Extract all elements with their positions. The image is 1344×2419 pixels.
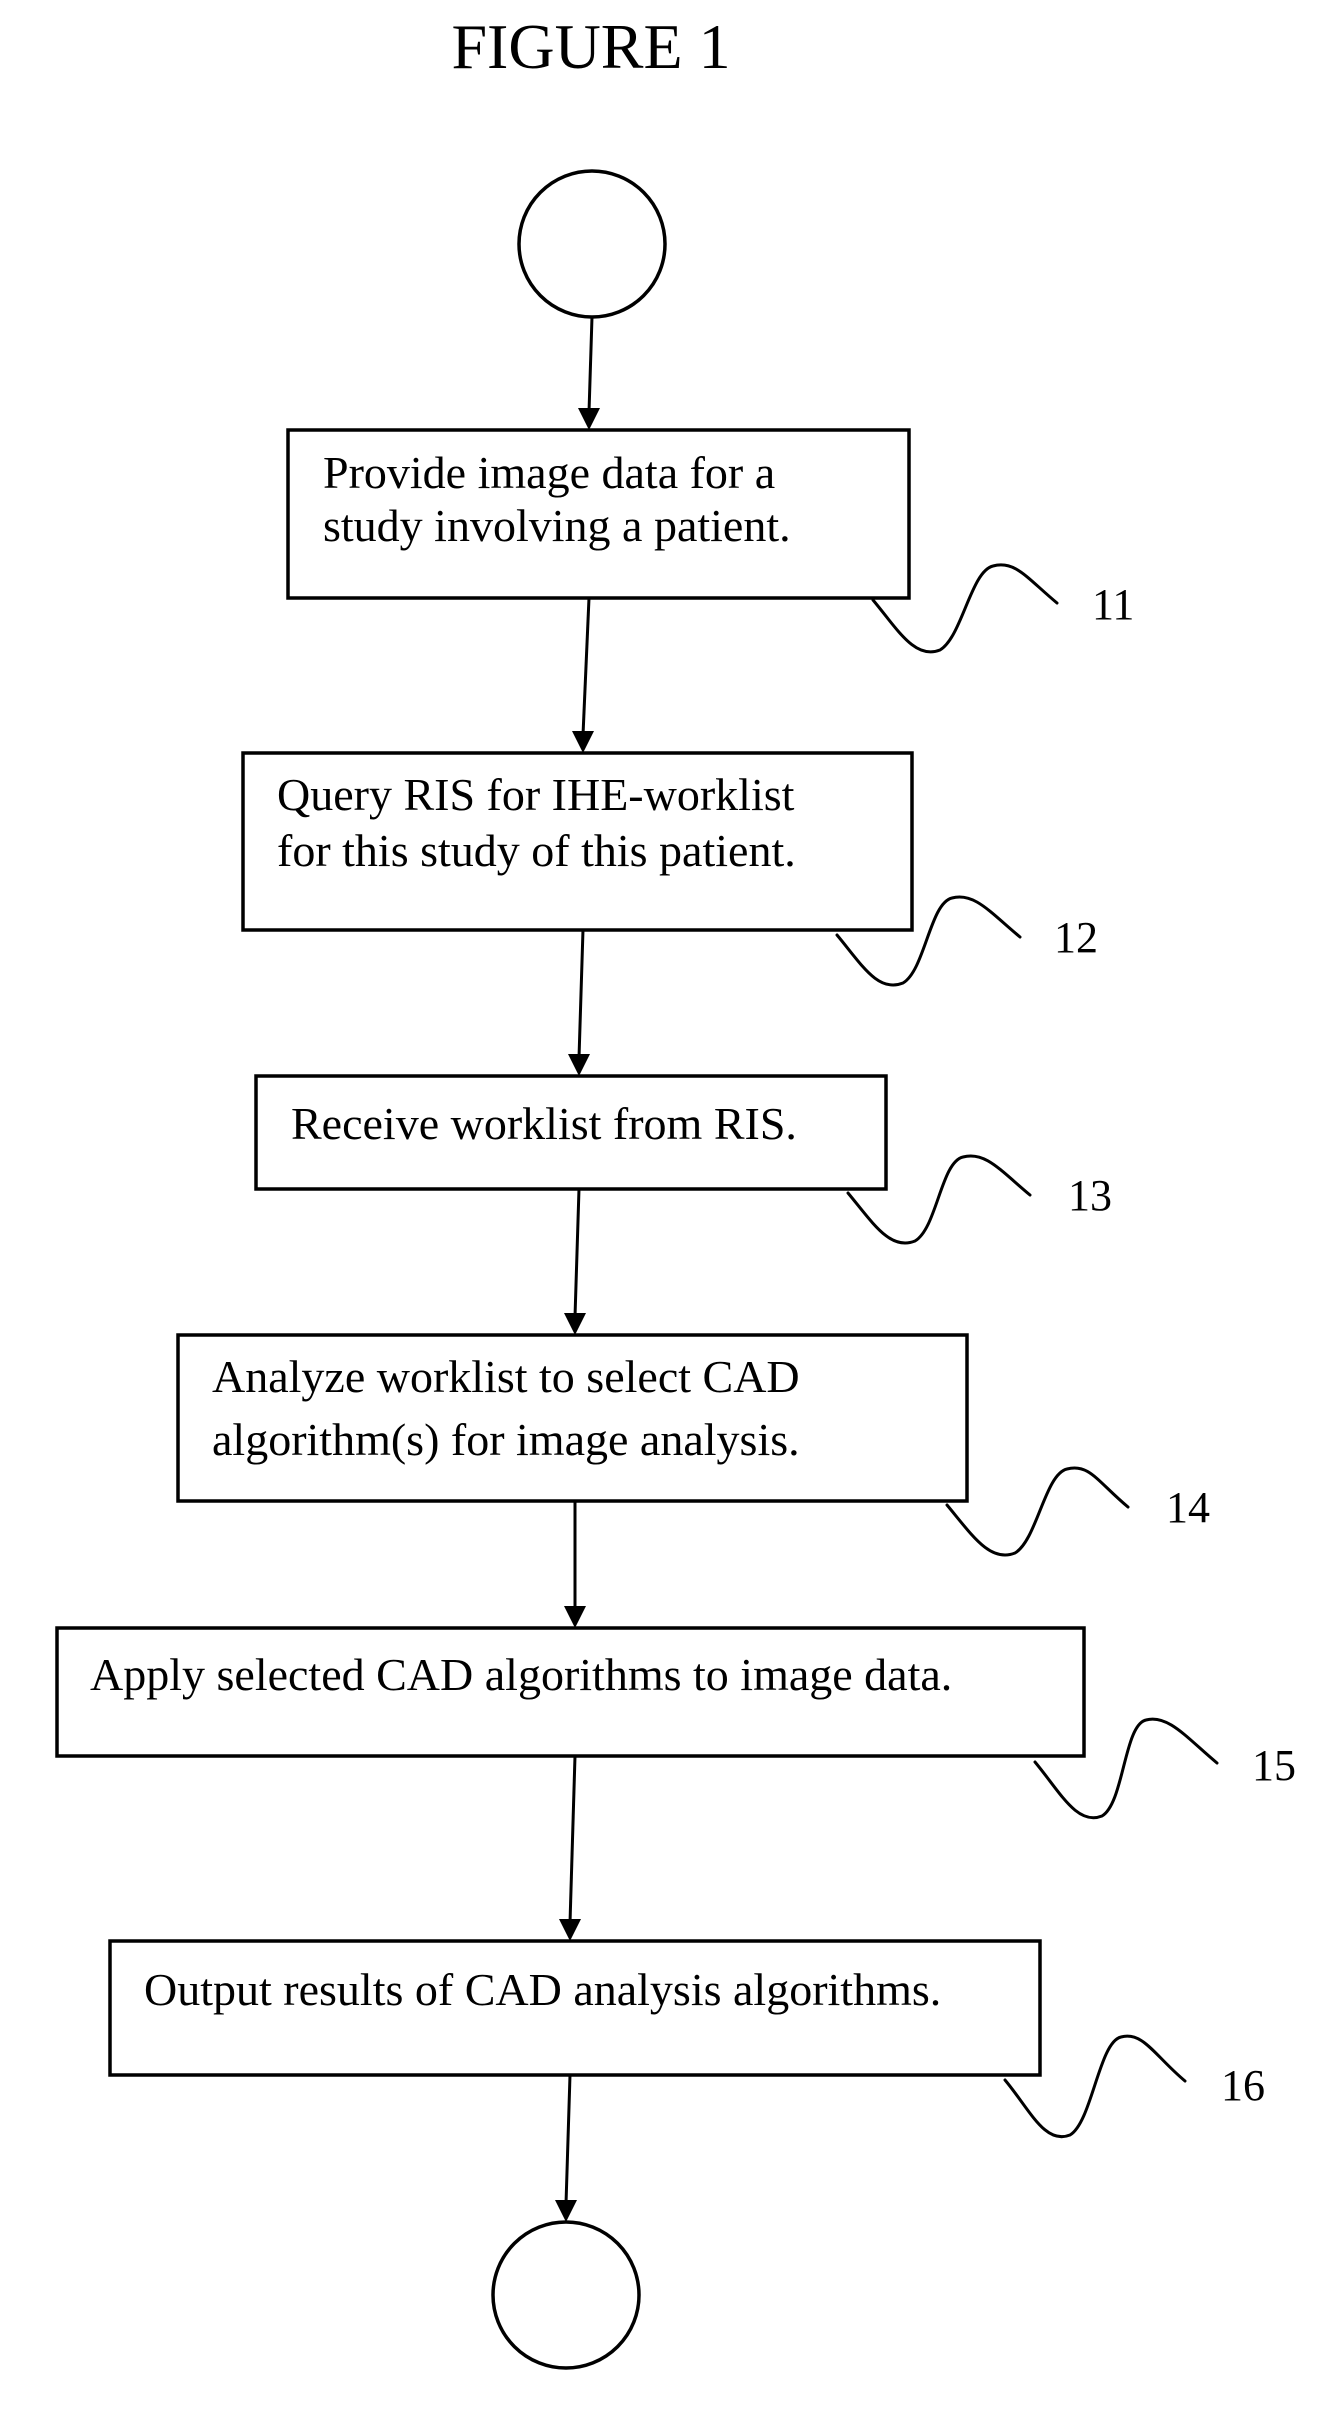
process-step-11: Provide image data for astudy involving … [286,428,911,600]
process-step-12: Query RIS for IHE-worklistfor this study… [241,751,914,932]
process-step-text-line: Provide image data for a [323,447,775,498]
process-step-15: Apply selected CAD algorithms to image d… [55,1626,1086,1758]
figure-title: FIGURE 1 [451,11,730,82]
leader-squiggle [945,1466,1130,1557]
process-step-text-line: study involving a patient. [323,500,791,551]
connector-line [581,597,591,736]
connectors [555,316,600,2222]
end-terminal-circle [491,2220,641,2370]
process-step-text-line: Analyze worklist to select CAD [212,1351,800,1402]
connector-line [587,316,594,413]
arrowhead-icon [555,2200,577,2222]
arrowhead-icon [564,1313,586,1335]
reference-numeral: 12 [1054,913,1098,962]
process-step-text-line: Apply selected CAD algorithms to image d… [90,1649,952,1700]
connector-line [577,929,585,1059]
arrowhead-icon [559,1919,581,1941]
arrowhead-icon [578,408,600,430]
connector-line [573,1188,581,1318]
process-step-16: Output results of CAD analysis algorithm… [108,1939,1042,2077]
reference-numeral: 15 [1252,1741,1296,1790]
reference-numeral: 16 [1221,2061,1265,2110]
reference-callout-14: 14 [945,1466,1210,1557]
process-step-text-line: Query RIS for IHE-worklist [277,769,795,820]
flow-arrow-start-to-11 [578,316,600,430]
reference-callout-16: 16 [1003,2034,1265,2139]
process-step-13: Receive worklist from RIS. [254,1074,888,1191]
process-step-14: Analyze worklist to select CAD algorithm(… [176,1333,969,1503]
flow-arrow-13-to-14 [564,1188,586,1335]
process-step-text-line: algorithm(s) for image analysis. [212,1414,800,1465]
arrowhead-icon [564,1606,586,1628]
start-terminal-circle [517,169,667,319]
process-step-text-line: Receive worklist from RIS. [291,1098,797,1149]
connector-line [568,1755,577,1924]
process-step-text-line: for this study of this patient. [277,825,796,876]
flow-arrow-12-to-13 [568,929,590,1076]
reference-callout-11: 11 [871,563,1134,654]
flow-arrow-14-to-15 [564,1501,586,1628]
process-boxes: Provide image data for astudy involving … [55,428,1086,2077]
reference-numeral: 13 [1068,1171,1112,1220]
flow-arrow-11-to-12 [572,597,594,753]
flow-arrow-16-to-end [555,2074,577,2222]
reference-numeral: 11 [1092,580,1134,629]
connector-line [564,2074,572,2205]
process-step-text-line: Output results of CAD analysis algorithm… [144,1964,941,2015]
flowchart-figure: FIGURE 1 Provide image data for astudy i… [55,11,1296,2370]
reference-numeral: 14 [1166,1483,1210,1532]
flow-arrow-15-to-16 [559,1755,581,1941]
arrowhead-icon [568,1054,590,1076]
arrowhead-icon [572,731,594,753]
